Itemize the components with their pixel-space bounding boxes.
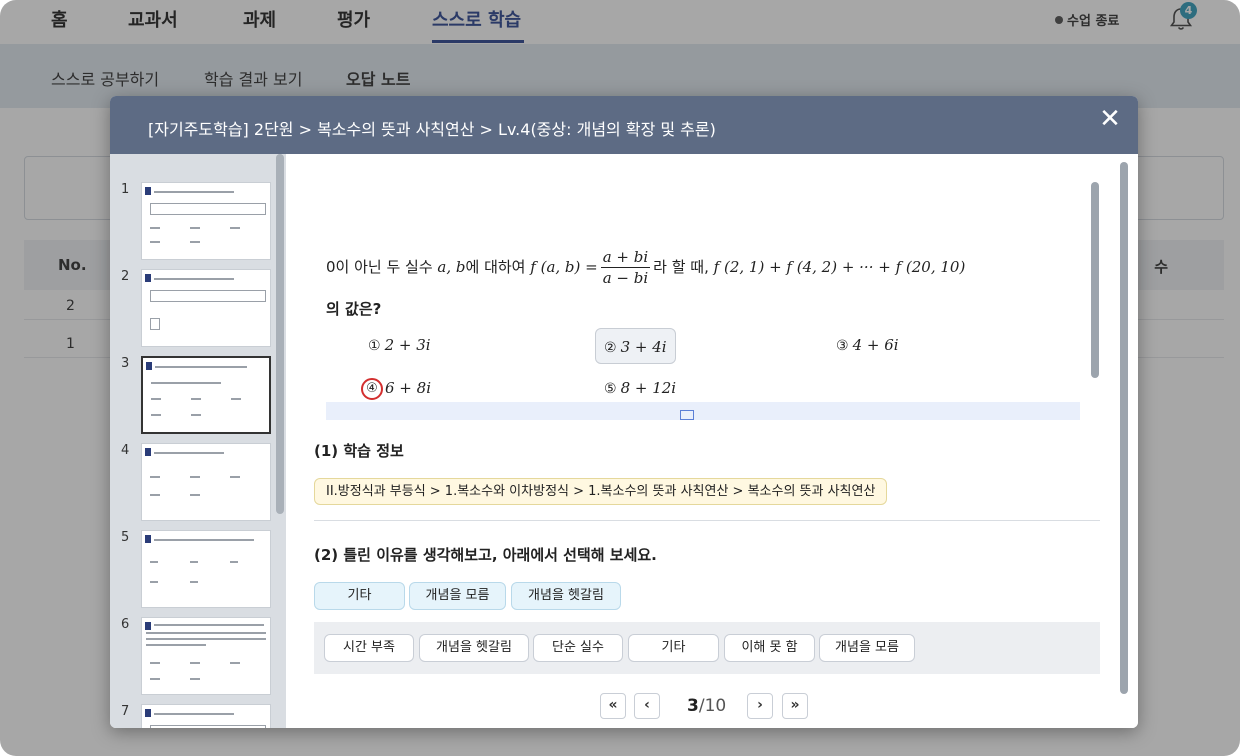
reason-choice[interactable]: 기타 xyxy=(628,634,719,662)
prev-page-button[interactable]: ‹ xyxy=(634,693,660,719)
content-scrollbar[interactable] xyxy=(1120,162,1128,694)
question-thumbnail-list[interactable]: 1 2 3 4 5 6 7 xyxy=(110,154,286,728)
modal-title: [자기주도학습] 2단원 > 복소수의 뜻과 사칙연산 > Lv.4(중상: 개… xyxy=(148,120,716,139)
thumbnail-card[interactable] xyxy=(141,443,271,521)
next-page-button[interactable]: › xyxy=(747,693,773,719)
option-4-correct[interactable]: ④6 + 8i xyxy=(361,370,431,406)
thumbnail-card[interactable] xyxy=(141,269,271,347)
pagination: « ‹ 3/10 › » xyxy=(600,692,820,720)
modal-header: [자기주도학습] 2단원 > 복소수의 뜻과 사칙연산 > Lv.4(중상: 개… xyxy=(110,96,1138,154)
reason-choice[interactable]: 개념을 헷갈림 xyxy=(419,634,529,662)
document-icon xyxy=(680,410,694,420)
section-learning-info: (1) 학습 정보 xyxy=(314,442,404,460)
thumbnail-scrollbar[interactable] xyxy=(276,154,284,514)
question-detail: 0이 아닌 두 실수 a, b에 대하여 f (a, b) = a + bi a −… xyxy=(286,154,1138,728)
app-window: 홈 교과서 과제 평가 스스로 학습 수업 종료 4 스스로 공부하기 학습 결… xyxy=(0,0,1240,756)
reason-choice[interactable]: 개념을 모름 xyxy=(819,634,915,662)
option-2-selected[interactable]: ②3 + 4i xyxy=(595,328,676,364)
first-page-button[interactable]: « xyxy=(600,693,626,719)
thumbnail-card[interactable] xyxy=(141,704,271,728)
close-icon[interactable]: ✕ xyxy=(1098,106,1122,132)
option-3[interactable]: ③4 + 6i xyxy=(836,327,899,363)
wrong-answer-modal: [자기주도학습] 2단원 > 복소수의 뜻과 사칙연산 > Lv.4(중상: 개… xyxy=(110,96,1138,728)
explanation-toggle-bar[interactable] xyxy=(326,402,1080,420)
reason-choice[interactable]: 시간 부족 xyxy=(324,634,414,662)
learning-path-chip: II.방정식과 부등식 > 1.복소수와 이차방정식 > 1.복소수의 뜻과 사… xyxy=(314,478,888,505)
reason-choice[interactable]: 단순 실수 xyxy=(533,634,623,662)
question-scrollbar[interactable] xyxy=(1091,182,1099,378)
thumbnail-card[interactable] xyxy=(141,617,271,695)
reason-choice[interactable]: 이해 못 함 xyxy=(724,634,815,662)
option-1[interactable]: ①2 + 3i xyxy=(368,327,431,363)
thumbnail-card[interactable] xyxy=(141,182,271,260)
question-text: 0이 아닌 두 실수 a, b에 대하여 f (a, b) = a + bi a −… xyxy=(326,248,966,287)
page-indicator: 3/10 xyxy=(687,696,727,716)
section-wrong-reason: (2) 틀린 이유를 생각해보고, 아래에서 선택해 보세요. xyxy=(314,546,657,564)
thumbnail-card[interactable] xyxy=(141,530,271,608)
reason-choice-panel: 시간 부족 개념을 헷갈림 단순 실수 기타 이해 못 함 개념을 모름 xyxy=(314,622,1100,674)
selected-reason-chip[interactable]: 개념을 모름 xyxy=(409,582,506,610)
question-panel: 0이 아닌 두 실수 a, b에 대하여 f (a, b) = a + bi a −… xyxy=(310,170,1094,420)
selected-reason-chip[interactable]: 개념을 헷갈림 xyxy=(511,582,621,610)
divider xyxy=(314,520,1100,521)
thumbnail-card-selected[interactable] xyxy=(141,356,271,434)
question-text-line2: 의 값은? xyxy=(326,300,382,318)
option-5[interactable]: ⑤8 + 12i xyxy=(604,370,676,406)
correct-answer-marker: ④ xyxy=(361,378,383,400)
last-page-button[interactable]: » xyxy=(782,693,808,719)
selected-reason-chip[interactable]: 기타 xyxy=(314,582,405,610)
fraction: a + bi a − bi xyxy=(600,248,651,287)
